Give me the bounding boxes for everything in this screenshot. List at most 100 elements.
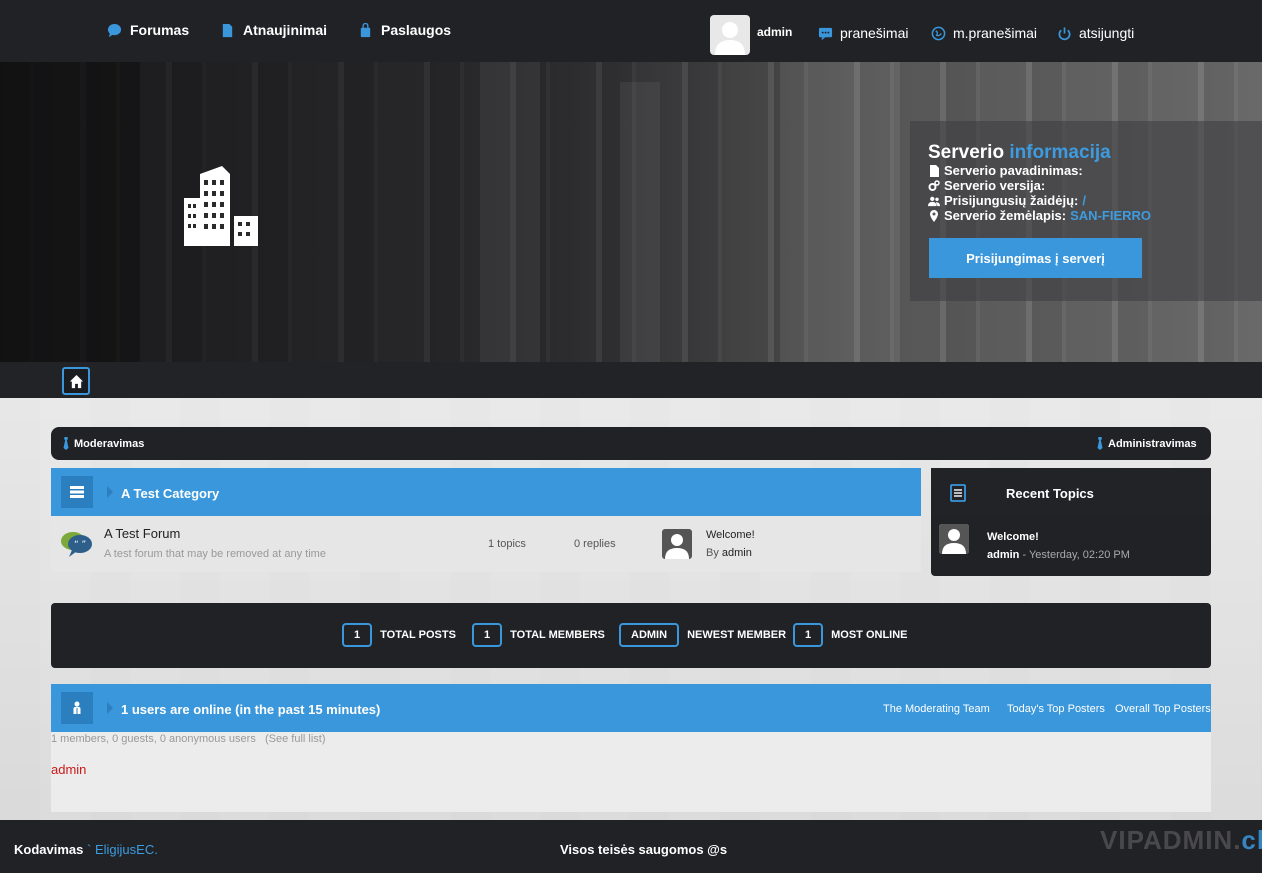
map-marker-icon — [930, 209, 938, 222]
recent-topics-title: Recent Topics — [1006, 486, 1094, 501]
server-version-line: Serverio versija: — [928, 178, 1045, 193]
hero-banner: Serverio informacija Serverio pavadinima… — [0, 62, 1264, 362]
document-list-icon — [950, 484, 966, 502]
moderation-bar: Moderavimas Administravimas — [51, 427, 1211, 460]
forum-speech-icon: “ ” — [61, 532, 92, 557]
footer-copyright: Visos teisės saugomos @s — [560, 842, 728, 857]
watermark-accent: club — [1241, 825, 1264, 855]
online-arrow — [107, 702, 113, 714]
watermark-main: VIPADMIN. — [1100, 825, 1242, 855]
stat-label: TOTAL MEMBERS — [510, 629, 605, 641]
user-name: admin — [757, 25, 793, 39]
footer-credits: Kodavimas ` EligijusEC. — [14, 842, 158, 857]
board-stats-bar: 1 TOTAL POSTS 1 TOTAL MEMBERS ADMIN NEWE… — [51, 603, 1211, 668]
nav-paslaugos[interactable]: Paslaugos — [358, 22, 451, 38]
forum-name-link[interactable]: A Test Forum — [104, 526, 180, 541]
bag-icon — [360, 22, 371, 37]
recent-topic-meta: admin - Yesterday, 02:20 PM — [987, 549, 1130, 561]
last-post-by-prefix: By — [706, 547, 719, 559]
administration-link[interactable]: Administravimas — [1096, 437, 1197, 450]
file-icon — [930, 164, 939, 177]
stat-total-posts: 1 TOTAL POSTS — [342, 623, 456, 647]
watermark: VIPADMIN.club — [1100, 825, 1264, 856]
server-map-value: SAN-FIERRO — [1070, 208, 1152, 223]
top-navigation: Forumas Atnaujinimai Paslaugos admin pra… — [0, 0, 1264, 62]
online-user-link[interactable]: admin — [51, 762, 86, 777]
tie-icon — [1097, 437, 1103, 450]
forum-topics-count: 1 topics — [488, 538, 526, 550]
server-info-title: Serverio informacija — [928, 142, 1111, 164]
forum-description: A test forum that may be removed at any … — [104, 548, 326, 560]
stat-value: 1 — [793, 623, 824, 647]
nav-forumas[interactable]: Forumas — [107, 22, 189, 38]
footer-separator: ` — [87, 842, 92, 857]
stat-most-online: 1 MOST ONLINE — [793, 623, 908, 647]
moderation-label: Moderavimas — [74, 437, 145, 450]
document-icon — [222, 23, 233, 37]
forum-row: “ ” A Test Forum A test forum that may b… — [51, 516, 921, 572]
nav-atnaujinimai[interactable]: Atnaujinimai — [220, 22, 327, 38]
forum-replies-count: 0 replies — [574, 538, 616, 550]
recent-topics-panel: Recent Topics Welcome! admin - Yesterday… — [931, 468, 1211, 576]
cogs-icon — [928, 179, 940, 191]
footer: Kodavimas ` EligijusEC. Visos teisės sau… — [0, 820, 1264, 873]
category-title[interactable]: A Test Category — [121, 486, 219, 501]
overall-top-posters-link[interactable]: Overall Top Posters — [1115, 703, 1211, 715]
people-group-icon — [73, 701, 81, 714]
nav-atnaujinimai-label: Atnaujinimai — [243, 22, 328, 38]
svg-text:“ ”: “ ” — [74, 540, 86, 550]
user-silhouette-icon — [715, 22, 745, 55]
stat-label: MOST ONLINE — [831, 629, 908, 641]
server-players-label: Prisijungusių žaidėjų: — [944, 193, 1079, 208]
todays-top-posters-link[interactable]: Today's Top Posters — [1007, 703, 1105, 715]
online-users-body: 1 members, 0 guests, 0 anonymous users (… — [51, 732, 1211, 812]
user-silhouette-icon — [662, 529, 692, 559]
server-name-label: Serverio pavadinimas: — [944, 163, 1083, 178]
stat-newest-member: ADMIN NEWEST MEMBER — [619, 623, 786, 647]
category-header: A Test Category — [51, 468, 921, 516]
notifications-link[interactable]: pranešimai — [818, 25, 908, 41]
user-avatar[interactable] — [710, 15, 750, 55]
moderation-link[interactable]: Moderavimas — [62, 437, 144, 450]
chat-bubble-icon — [107, 23, 122, 37]
last-post-avatar[interactable] — [662, 529, 692, 559]
footer-author-link[interactable]: EligijusEC. — [95, 842, 158, 857]
connect-server-button[interactable]: Prisijungimas į serverį — [929, 238, 1142, 278]
last-post-user-link[interactable]: admin — [722, 547, 752, 559]
tie-icon — [63, 437, 69, 450]
home-icon — [69, 374, 83, 388]
see-full-list-link[interactable]: (See full list) — [265, 733, 326, 745]
user-silhouette-icon — [939, 524, 969, 554]
notifications-label: pranešimai — [840, 25, 909, 41]
server-info-title-main: Serverio — [928, 142, 1005, 163]
recent-topic-avatar[interactable] — [939, 524, 969, 554]
breadcrumb-bar — [0, 362, 1264, 398]
online-count: 1 members, 0 guests, 0 anonymous users (… — [51, 733, 326, 745]
server-players-value: / — [1082, 193, 1086, 208]
stat-label: NEWEST MEMBER — [687, 629, 787, 641]
online-count-text: 1 members, 0 guests, 0 anonymous users — [51, 733, 256, 745]
user-name-link[interactable]: admin — [757, 25, 792, 39]
logout-link[interactable]: atsijungti — [1057, 25, 1134, 41]
last-post-title-link[interactable]: Welcome! — [706, 529, 755, 541]
server-name-line: Serverio pavadinimas: — [928, 163, 1083, 178]
nav-paslaugos-label: Paslaugos — [381, 22, 452, 38]
home-button[interactable] — [62, 367, 90, 395]
server-map-line: Serverio žemėlapis: SAN-FIERRO — [928, 208, 1151, 223]
stat-label: TOTAL POSTS — [380, 629, 456, 641]
moderating-team-link[interactable]: The Moderating Team — [883, 703, 990, 715]
recent-topic-link[interactable]: Welcome! — [987, 531, 1039, 543]
messages-label: m.pranešimai — [953, 25, 1038, 41]
online-icon-box — [61, 692, 93, 724]
category-icon-box — [61, 476, 93, 508]
online-users-title: 1 users are online (in the past 15 minut… — [121, 702, 381, 717]
server-map-label: Serverio žemėlapis: — [944, 208, 1067, 223]
last-post-by: By admin — [706, 547, 752, 559]
recent-topic-time: - Yesterday, 02:20 PM — [1019, 549, 1130, 561]
messages-link[interactable]: m.pranešimai — [931, 25, 1037, 41]
recent-topic-user-link[interactable]: admin — [987, 549, 1019, 561]
stat-value-link[interactable]: ADMIN — [619, 623, 680, 647]
globe-icon — [931, 26, 946, 40]
footer-coding-label: Kodavimas — [14, 842, 84, 857]
users-icon — [928, 196, 940, 206]
